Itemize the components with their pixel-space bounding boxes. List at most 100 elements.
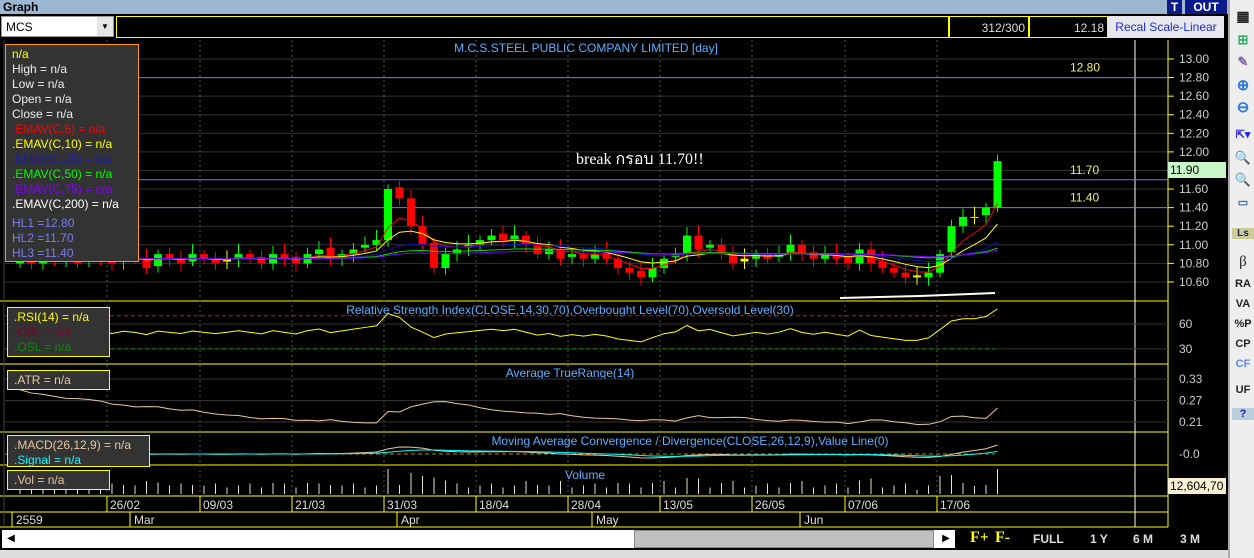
candle-body [913, 275, 921, 278]
percent-p-button[interactable]: %P [1232, 318, 1254, 330]
scroll-thumb[interactable] [634, 530, 934, 548]
candle-body [165, 254, 174, 259]
level-label: 11.40 [1070, 191, 1099, 205]
current-price-tag: 11.90 [1168, 162, 1226, 178]
font-decrease-button[interactable]: F- [995, 529, 1010, 547]
atr-axis-label: 0.21 [1179, 415, 1203, 429]
magnify-minus-icon[interactable]: 🔍 [1232, 172, 1254, 188]
legend-hl1: HL1 =12.80 [12, 216, 75, 230]
macd-axis-label: -0.0 [1179, 447, 1200, 461]
candle-body [407, 198, 415, 227]
uf-button[interactable]: UF [1232, 384, 1254, 396]
date-label: 17/06 [940, 498, 970, 512]
date-label: 07/06 [848, 498, 878, 512]
ls-icon[interactable]: Ls [1232, 228, 1254, 239]
level-label: 12.80 [1070, 61, 1100, 75]
legend-hl2: HL2 =11.70 [12, 231, 74, 245]
magnify-plus-icon[interactable]: 🔍 [1232, 150, 1254, 166]
zoom-in-circle-icon[interactable]: ⊕ [1232, 76, 1254, 94]
price-axis-label: 11.20 [1179, 219, 1208, 233]
legend-ema25: .EMAV(C,25) = n/a [12, 152, 113, 166]
calendar-icon[interactable]: ▦ [1232, 8, 1254, 25]
add-chart-icon[interactable]: ⊞ [1232, 32, 1254, 48]
ema-200-line [839, 292, 996, 299]
candle-body [901, 272, 910, 278]
range-6m[interactable]: 6 M [1133, 532, 1153, 546]
candle-body [993, 161, 1002, 208]
scroll-right-button[interactable]: ▶ [937, 530, 955, 548]
candle-body [694, 235, 703, 250]
date-label: 18/04 [479, 498, 509, 512]
cf-button[interactable]: CF [1232, 358, 1254, 370]
price-axis-label: 11.60 [1179, 182, 1208, 196]
macd-legend: .MACD(26,12,9) = n/a .Signal = n/a [7, 435, 150, 467]
price-axis-label: 12.80 [1179, 71, 1209, 85]
zoom-out-circle-icon[interactable]: ⊖ [1232, 98, 1254, 116]
scroll-left-button[interactable]: ◀ [2, 530, 20, 548]
candle-body [568, 254, 576, 257]
candle-body [154, 254, 162, 267]
range-1y[interactable]: 1 Y [1090, 532, 1108, 546]
rsi-axis-label: 30 [1179, 342, 1193, 356]
cp-button[interactable]: CP [1232, 338, 1254, 350]
font-increase-button[interactable]: F+ [970, 529, 989, 547]
candle-body [395, 187, 404, 199]
price-axis-label: 12.20 [1179, 126, 1209, 140]
legend-obl: .OBL = n/a [14, 325, 72, 339]
legend-hl3: HL3 =11.40 [12, 246, 74, 260]
candle-body [890, 268, 898, 273]
atr-axis-label: 0.33 [1179, 372, 1203, 386]
candle-body [683, 235, 691, 255]
atr-title: Average TrueRange(14) [506, 366, 635, 380]
macd-title: Moving Average Convergence / Divergence(… [491, 434, 888, 448]
candle-body [361, 244, 369, 248]
candle-body [441, 254, 450, 269]
va-button[interactable]: VA [1232, 298, 1254, 310]
legend-high: High = n/a [12, 62, 68, 76]
chart-canvas[interactable]: 13.0012.8012.6012.4012.2012.0011.8011.60… [0, 0, 1228, 528]
legend-ema75: .EMAV(C,75) = n/a [12, 182, 113, 196]
volume-tag: 12,604,70 [1168, 478, 1226, 494]
cursor-mode-icon[interactable]: ⇱▾ [1232, 128, 1254, 141]
date-label: 21/03 [295, 498, 325, 512]
candle-body [706, 244, 714, 248]
candle-body [947, 226, 956, 253]
month-label: May [596, 513, 619, 527]
legend-rsi: .RSI(14) = n/a [14, 310, 90, 324]
legend-macd: .MACD(26,12,9) = n/a [14, 438, 132, 452]
month-label: Mar [134, 513, 155, 527]
range-full[interactable]: FULL [1033, 532, 1064, 546]
candle-body [660, 258, 668, 269]
rsi-title: Relative Strength Index(CLOSE,14,30,70),… [346, 303, 794, 317]
month-label: 2559 [16, 513, 43, 527]
help-icon[interactable]: ? [1232, 408, 1254, 420]
volume-title: Volume [565, 468, 605, 482]
legend-close: Close = n/a [12, 107, 74, 121]
price-axis-label: 10.60 [1179, 275, 1209, 289]
atr-axis-label: 0.27 [1179, 393, 1203, 407]
ra-button[interactable]: RA [1232, 278, 1254, 290]
legend-vol: .Vol = n/a [14, 473, 65, 487]
month-label: Apr [401, 513, 420, 527]
price-axis-label: 12.60 [1179, 89, 1209, 103]
candle-body [315, 249, 323, 255]
window-icon[interactable]: ▭ [1232, 196, 1254, 209]
status-bar [0, 550, 1228, 558]
horizontal-scrollbar[interactable] [20, 530, 955, 548]
price-axis-label: 12.40 [1179, 108, 1209, 122]
candle-body [959, 216, 967, 227]
legend-atr: .ATR = n/a [14, 373, 71, 387]
legend-ema50: .EMAV(C,50) = n/a [12, 167, 113, 181]
date-label: 26/02 [110, 498, 140, 512]
chart-title: M.C.S.STEEL PUBLIC COMPANY LIMITED [day] [454, 41, 718, 55]
legend-osl: .OSL = n/a [14, 340, 72, 354]
price-axis-label: 11.40 [1179, 201, 1208, 215]
price-legend: n/a High = n/a Low = n/a Open = n/a Clos… [5, 44, 139, 262]
right-toolbar: ▦ ⊞ ✎ ⊕ ⊖ ⇱▾ 🔍 🔍 ▭ Ls β RA VA %P CP CF U… [1228, 0, 1254, 558]
date-label: 26/05 [755, 498, 785, 512]
candle-body [970, 216, 979, 218]
beta-button[interactable]: β [1232, 254, 1254, 271]
properties-icon[interactable]: ✎ [1232, 54, 1254, 70]
range-3m[interactable]: 3 M [1180, 532, 1200, 546]
level-label: 11.70 [1070, 163, 1099, 177]
